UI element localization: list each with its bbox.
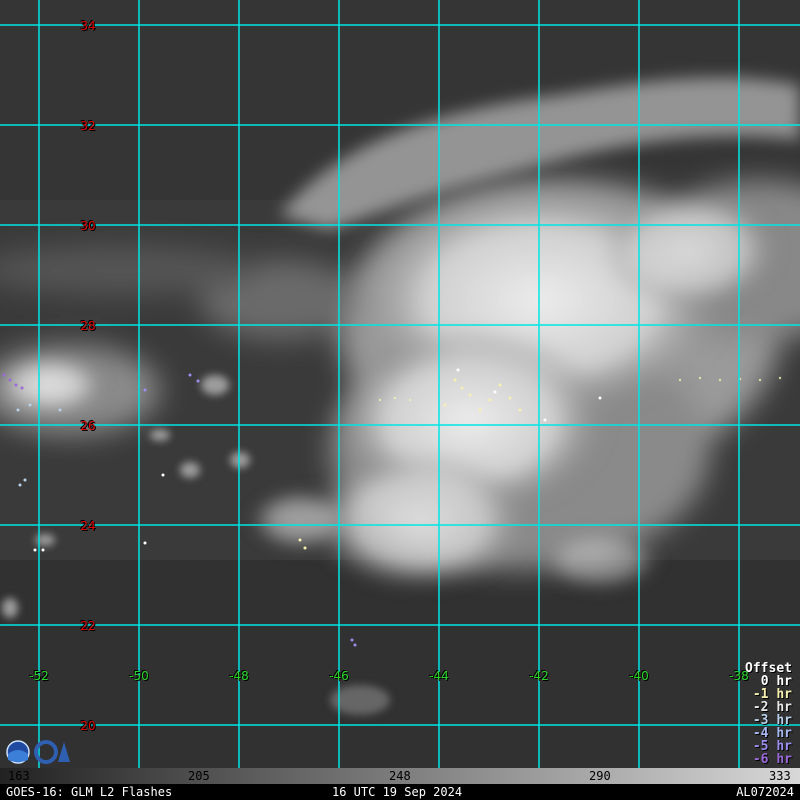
colorbar-tick: 333: [769, 769, 791, 783]
longitude-label: -50: [129, 669, 149, 683]
latitude-label: 28: [80, 319, 96, 333]
legend-entry: -6 hr: [752, 752, 792, 767]
colorbar-tick: 205: [188, 769, 210, 783]
colorbar-tick: 248: [389, 769, 411, 783]
latitude-label: 22: [80, 619, 96, 633]
latitude-label: 24: [80, 519, 96, 533]
latitude-label: 34: [80, 19, 96, 33]
satellite-map-frame: 34 32 30 28 26 24 22 20 -52 -50 -48 -46 -44 -42 -40 -38…: [0, 0, 800, 800]
longitude-label: -40: [629, 669, 649, 683]
longitude-label: -42: [529, 669, 549, 683]
offset-legend: Offset 0 hr -1 hr -2 hr -3 hr -4 hr -5 h…: [745, 662, 792, 766]
colorbar-tick: 290: [589, 769, 611, 783]
latitude-label: 26: [80, 419, 96, 433]
longitude-label: -48: [229, 669, 249, 683]
latitude-label: 32: [80, 119, 96, 133]
latitude-label: 30: [80, 219, 96, 233]
footer-bar: GOES-16: GLM L2 Flashes 16 UTC 19 Sep 20…: [0, 784, 800, 800]
timestamp-label: 16 UTC 19 Sep 2024: [332, 785, 463, 799]
longitude-label: -46: [329, 669, 349, 683]
product-label: GOES-16: GLM L2 Flashes: [6, 785, 173, 799]
longitude-label: -44: [429, 669, 449, 683]
longitude-label: -52: [29, 669, 49, 683]
satellite-imagery: [0, 0, 800, 768]
colorbar-tick: 163: [8, 769, 30, 783]
storm-id-label: AL072024: [736, 785, 794, 799]
noaa-logo: [4, 738, 74, 766]
latitude-label: 20: [80, 719, 96, 733]
